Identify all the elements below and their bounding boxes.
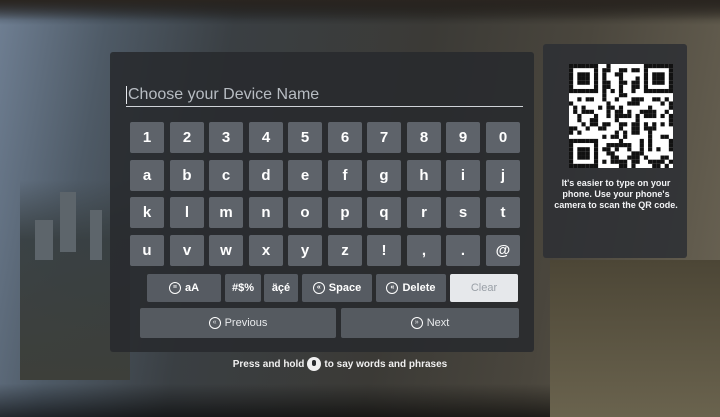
keyboard-panel: Choose your Device Name 1234567890 abcdef… [110,52,534,352]
qr-panel: It's easier to type on your phone. Use y… [543,44,687,258]
key[interactable]: f [328,160,362,191]
key[interactable]: 2 [170,122,204,153]
key[interactable]: z [328,235,362,266]
space-key[interactable]: « Space [302,274,372,302]
tv-bezel [0,0,720,20]
delete-key[interactable]: « Delete [376,274,446,302]
rewind-icon: « [386,282,399,294]
key[interactable]: q [367,197,401,228]
key[interactable]: d [249,160,283,191]
key[interactable]: g [367,160,401,191]
key[interactable]: , [407,235,441,266]
key[interactable]: 5 [288,122,322,153]
key[interactable]: h [407,160,441,191]
key[interactable]: t [486,197,520,228]
key[interactable]: 3 [209,122,243,153]
key[interactable]: y [288,235,322,266]
key[interactable]: a [130,160,164,191]
menu-icon: ≡ [168,282,181,294]
key[interactable]: u [130,235,164,266]
key[interactable]: x [249,235,283,266]
voice-hint: Press and hold to say words and phrases [232,357,448,371]
key[interactable]: m [209,197,243,228]
key[interactable]: . [446,235,480,266]
key[interactable]: ! [367,235,401,266]
rewind-icon: « [312,282,325,294]
key[interactable]: 7 [367,122,401,153]
key[interactable]: w [209,235,243,266]
qr-instructions: It's easier to type on your phone. Use y… [554,178,678,210]
key[interactable]: e [288,160,322,191]
key[interactable]: 4 [249,122,283,153]
key[interactable]: p [328,197,362,228]
key[interactable]: b [170,160,204,191]
key[interactable]: j [486,160,520,191]
key[interactable]: c [209,160,243,191]
text-cursor [126,86,127,104]
background-right [550,260,720,417]
next-button[interactable]: » Next [341,308,519,338]
case-toggle-key[interactable]: ≡ aA [147,274,221,302]
key[interactable]: s [446,197,480,228]
previous-button[interactable]: « Previous [140,308,336,338]
rewind-icon: « [208,317,221,329]
key[interactable]: v [170,235,204,266]
key[interactable]: r [407,197,441,228]
accents-key[interactable]: äçé [264,274,298,302]
device-name-input[interactable]: Choose your Device Name [126,84,523,107]
key[interactable]: k [130,197,164,228]
key[interactable]: n [249,197,283,228]
clear-key[interactable]: Clear [450,274,518,302]
key[interactable]: 1 [130,122,164,153]
symbols-key[interactable]: #$% [225,274,261,302]
key[interactable]: l [170,197,204,228]
device-name-placeholder: Choose your Device Name [128,86,320,103]
key[interactable]: 8 [407,122,441,153]
qr-code [569,64,673,168]
key[interactable]: 9 [446,122,480,153]
key[interactable]: 0 [486,122,520,153]
microphone-icon [307,357,322,371]
key[interactable]: o [288,197,322,228]
key[interactable]: 6 [328,122,362,153]
key[interactable]: i [446,160,480,191]
key[interactable]: @ [486,235,520,266]
qr-code-image [569,64,673,168]
fast-forward-icon: » [410,317,423,329]
